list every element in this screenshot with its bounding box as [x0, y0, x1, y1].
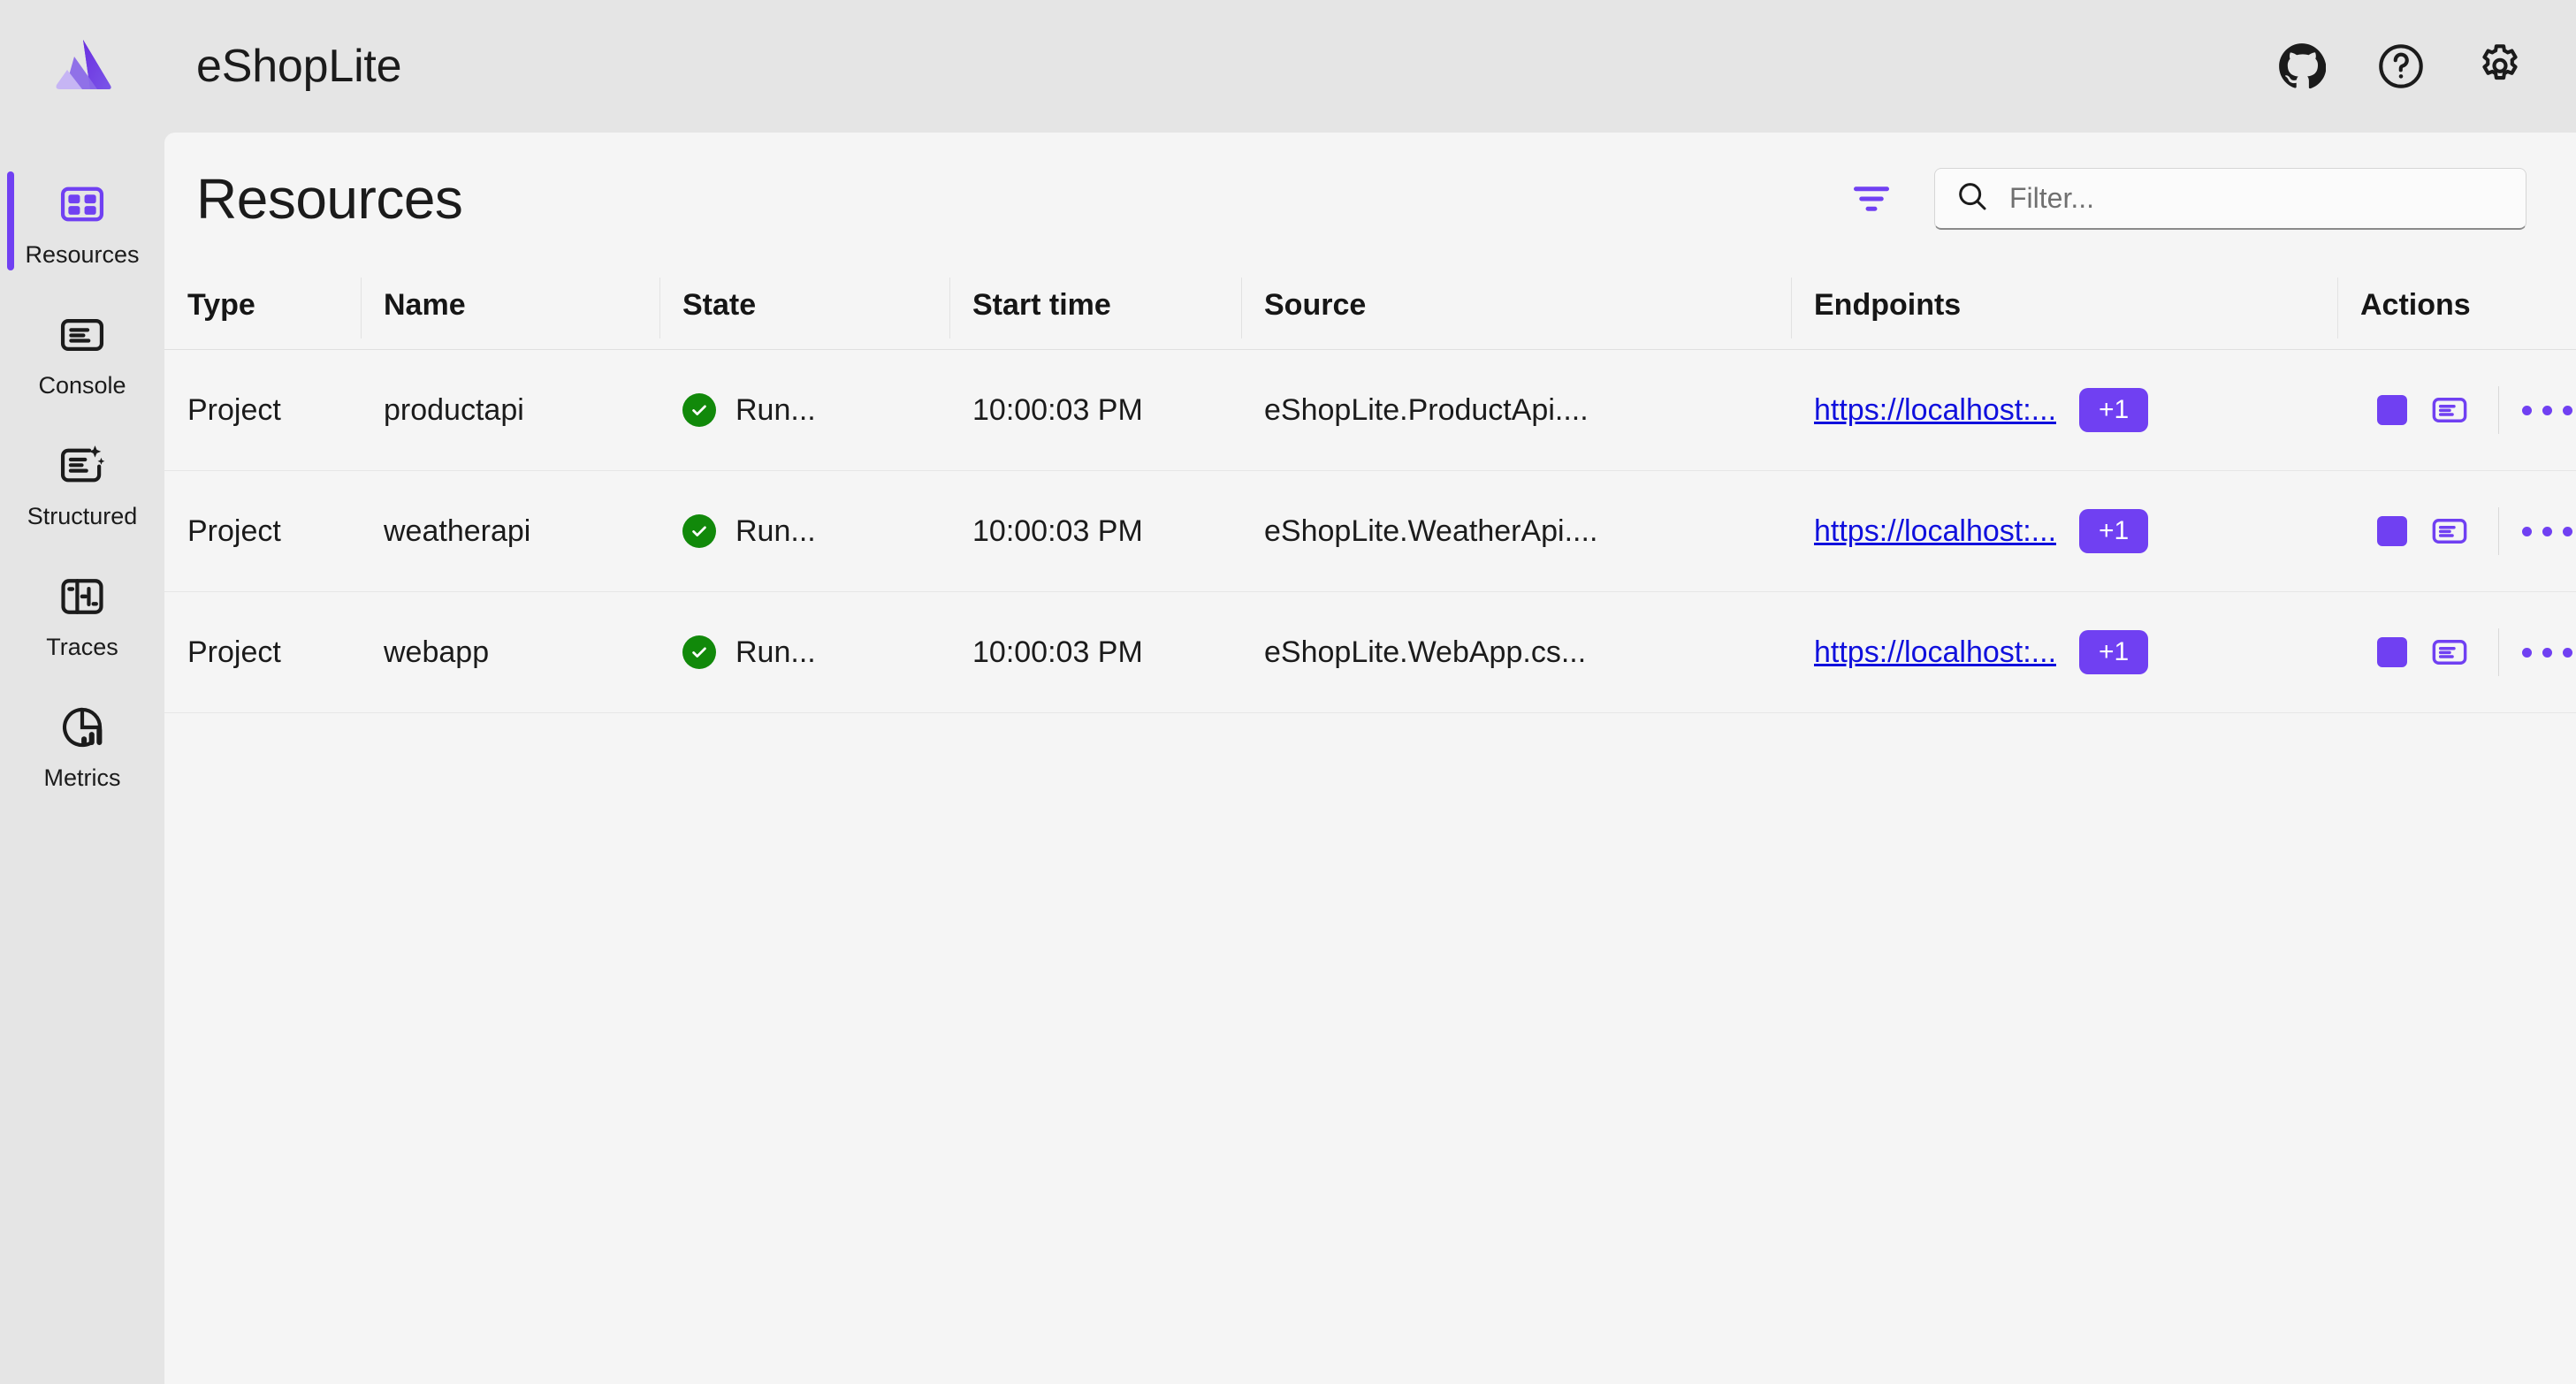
sidebar-item-structured[interactable]: Structured — [0, 417, 164, 548]
state-running-icon — [682, 635, 716, 669]
actions-divider — [2497, 628, 2500, 676]
state-label: Run... — [735, 635, 816, 669]
header-actions — [2275, 40, 2526, 93]
metrics-chart-icon — [54, 699, 111, 756]
more-actions-button[interactable] — [2519, 497, 2576, 566]
table-header: Type Name State Start time Source Endpoi… — [164, 265, 2576, 350]
sidebar-item-traces[interactable]: Traces — [0, 548, 164, 679]
resources-grid-icon — [54, 176, 111, 232]
more-actions-button[interactable] — [2519, 376, 2576, 445]
endpoint-link[interactable]: https://localhost:... — [1814, 514, 2056, 549]
cell-start-time: 10:00:03 PM — [949, 470, 1241, 592]
view-console-logs-button[interactable] — [2421, 497, 2479, 566]
stop-square-icon — [2377, 637, 2408, 667]
sidebar-item-label: Metrics — [43, 764, 121, 791]
sidebar-nav: Resources Console Structured Traces Metr… — [0, 133, 164, 1384]
help-icon[interactable] — [2374, 40, 2427, 93]
column-header-start-time[interactable]: Start time — [949, 265, 1241, 350]
table-body: Project productapi Run... 10:00:03 PM eS… — [164, 349, 2576, 713]
stop-square-icon — [2377, 395, 2408, 425]
sidebar-item-resources[interactable]: Resources — [0, 156, 164, 286]
cell-actions — [2337, 349, 2576, 471]
view-console-logs-button[interactable] — [2421, 618, 2479, 687]
cell-name: weatherapi — [361, 470, 659, 592]
cell-start-time: 10:00:03 PM — [949, 591, 1241, 713]
column-header-state[interactable]: State — [659, 265, 949, 350]
traces-icon — [54, 568, 111, 625]
endpoint-more-badge[interactable]: +1 — [2079, 509, 2149, 553]
aspire-logo[interactable] — [0, 32, 164, 101]
page-header: Resources — [164, 133, 2576, 265]
resources-table: Type Name State Start time Source Endpoi… — [164, 265, 2576, 713]
ellipsis-horizontal-icon — [2522, 405, 2573, 415]
more-actions-button[interactable] — [2519, 618, 2576, 687]
search-input[interactable] — [2009, 182, 2506, 215]
sidebar-item-label: Traces — [46, 633, 118, 660]
stop-square-icon — [2377, 516, 2408, 546]
body: Resources Console Structured Traces Metr… — [0, 133, 2576, 1384]
cell-state: Run... — [659, 349, 949, 471]
sidebar-item-metrics[interactable]: Metrics — [0, 679, 164, 810]
stop-resource-button[interactable] — [2364, 497, 2421, 566]
cell-state: Run... — [659, 591, 949, 713]
column-header-type[interactable]: Type — [164, 265, 361, 350]
cell-source: eShopLite.WebApp.cs... — [1241, 591, 1791, 713]
ellipsis-horizontal-icon — [2522, 526, 2573, 536]
ellipsis-horizontal-icon — [2522, 647, 2573, 658]
filter-icon[interactable] — [1844, 171, 1899, 226]
aspire-dashboard: eShopLite Resources Console Structured T… — [0, 0, 2576, 1384]
app-title: eShopLite — [196, 41, 402, 92]
state-running-icon — [682, 393, 716, 427]
structured-logs-icon — [54, 437, 111, 494]
endpoint-link[interactable]: https://localhost:... — [1814, 393, 2056, 428]
cell-endpoints: https://localhost:... +1 — [1791, 591, 2337, 713]
sidebar-item-label: Structured — [27, 502, 138, 529]
table-row[interactable]: Project webapp Run... 10:00:03 PM eShopL… — [164, 591, 2576, 713]
console-icon — [54, 307, 111, 363]
view-console-logs-button[interactable] — [2421, 376, 2479, 445]
sidebar-item-label: Resources — [25, 240, 140, 268]
sidebar-item-console[interactable]: Console — [0, 286, 164, 417]
cell-actions — [2337, 470, 2576, 592]
state-running-icon — [682, 514, 716, 548]
endpoint-link[interactable]: https://localhost:... — [1814, 635, 2056, 670]
app-header: eShopLite — [0, 0, 2576, 133]
cell-name: productapi — [361, 349, 659, 471]
search-box[interactable] — [1934, 168, 2526, 230]
cell-state: Run... — [659, 470, 949, 592]
table-row[interactable]: Project productapi Run... 10:00:03 PM eS… — [164, 349, 2576, 471]
stop-resource-button[interactable] — [2364, 618, 2421, 687]
stop-resource-button[interactable] — [2364, 376, 2421, 445]
cell-type: Project — [164, 470, 361, 592]
endpoint-more-badge[interactable]: +1 — [2079, 630, 2149, 674]
cell-start-time: 10:00:03 PM — [949, 349, 1241, 471]
sidebar-item-label: Console — [38, 371, 126, 399]
table-header-row: Type Name State Start time Source Endpoi… — [164, 265, 2576, 350]
cell-name: webapp — [361, 591, 659, 713]
cell-type: Project — [164, 349, 361, 471]
cell-source: eShopLite.WeatherApi.... — [1241, 470, 1791, 592]
settings-gear-icon[interactable] — [2473, 40, 2526, 93]
endpoint-more-badge[interactable]: +1 — [2079, 388, 2149, 432]
column-header-actions[interactable]: Actions — [2337, 265, 2576, 350]
github-icon[interactable] — [2275, 40, 2328, 93]
state-label: Run... — [735, 392, 816, 427]
cell-type: Project — [164, 591, 361, 713]
cell-actions — [2337, 591, 2576, 713]
resources-table-container: Type Name State Start time Source Endpoi… — [164, 265, 2576, 1384]
state-label: Run... — [735, 513, 816, 548]
page-title: Resources — [196, 167, 463, 231]
cell-source: eShopLite.ProductApi.... — [1241, 349, 1791, 471]
table-row[interactable]: Project weatherapi Run... 10:00:03 PM eS… — [164, 470, 2576, 592]
actions-divider — [2497, 507, 2500, 555]
search-icon — [1955, 179, 1990, 218]
column-header-source[interactable]: Source — [1241, 265, 1791, 350]
main-panel: Resources Filter... Type Name State Star… — [164, 133, 2576, 1384]
column-header-endpoints[interactable]: Endpoints — [1791, 265, 2337, 350]
cell-endpoints: https://localhost:... +1 — [1791, 349, 2337, 471]
cell-endpoints: https://localhost:... +1 — [1791, 470, 2337, 592]
column-header-name[interactable]: Name — [361, 265, 659, 350]
actions-divider — [2497, 386, 2500, 434]
